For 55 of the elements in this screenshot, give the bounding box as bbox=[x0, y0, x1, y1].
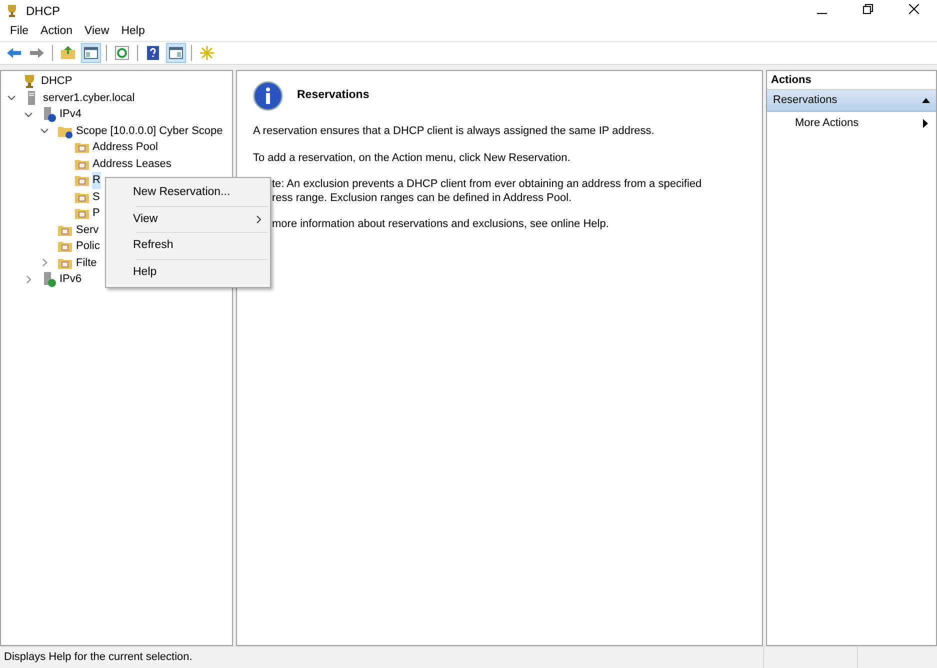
description-text: ress range. Exclusion ranges can be defined in Address Pool. bbox=[272, 192, 573, 205]
tree-item[interactable]: R bbox=[92, 172, 102, 188]
heading: Reservations bbox=[297, 88, 370, 104]
refresh-icon bbox=[114, 45, 130, 61]
menu-item[interactable]: Help bbox=[115, 22, 151, 40]
sparkle-icon bbox=[199, 45, 215, 61]
actions-section[interactable]: Reservations bbox=[767, 90, 936, 112]
folder-up-icon bbox=[60, 45, 76, 61]
description-text: A reservation ensures that a DHCP client is always assigned the same IP address. bbox=[253, 125, 656, 138]
menu-entry-label: Refresh bbox=[133, 238, 174, 254]
tree-item[interactable]: Address Leases bbox=[92, 156, 172, 172]
menu-entry[interactable]: Refresh bbox=[106, 233, 270, 258]
menu-entry[interactable]: Help bbox=[106, 260, 270, 285]
pane-icon bbox=[168, 45, 184, 61]
collapse-triangle-icon bbox=[922, 98, 930, 104]
restore-icon bbox=[863, 4, 873, 14]
menu-entry[interactable]: New Reservation... bbox=[106, 180, 270, 206]
menu-item[interactable]: File bbox=[4, 22, 35, 40]
section-label: Reservations bbox=[773, 93, 838, 108]
pane-icon bbox=[83, 45, 99, 61]
description-text: te: An exclusion prevents a DHCP client from ever obtaining an address from a specified bbox=[272, 178, 703, 192]
tree-item[interactable]: P bbox=[92, 205, 101, 222]
tree-item[interactable]: IPv4 bbox=[58, 106, 83, 122]
pane-button[interactable] bbox=[81, 43, 101, 63]
description-text: To add a reservation, on the Action menu, click New Reservation. bbox=[253, 152, 572, 165]
pane-button[interactable] bbox=[166, 43, 186, 63]
tree-item[interactable]: server1.cyber.local bbox=[42, 90, 136, 106]
tree-item[interactable]: IPv6 bbox=[58, 271, 83, 288]
tree-item[interactable]: Address Pool bbox=[92, 139, 159, 156]
tree-item[interactable]: Serv bbox=[75, 222, 100, 238]
action-label: More Actions bbox=[795, 116, 859, 131]
info-icon bbox=[253, 81, 283, 111]
tree-item[interactable]: DHCP bbox=[40, 73, 74, 90]
menu-item[interactable]: Action bbox=[34, 22, 78, 40]
menu-entry-label: View bbox=[133, 212, 158, 227]
menu-entry-label: Help bbox=[133, 264, 157, 280]
trophy-icon bbox=[5, 4, 19, 18]
refresh-button[interactable] bbox=[112, 43, 132, 63]
menu-entry-label: New Reservation... bbox=[133, 185, 230, 200]
forward-arrow-icon bbox=[29, 45, 45, 61]
tree-item[interactable]: Filte bbox=[75, 254, 98, 271]
close-icon bbox=[909, 4, 919, 14]
status-text: Displays Help for the current selection. bbox=[3, 650, 194, 666]
menu-item[interactable]: View bbox=[78, 22, 116, 40]
action-link[interactable]: More Actions bbox=[767, 112, 936, 134]
tree-item[interactable]: Scope [10.0.0.0] Cyber Scope bbox=[75, 122, 224, 139]
description-text: more information about reservations and exclusions, see online Help. bbox=[272, 218, 610, 232]
back-arrow-icon bbox=[6, 45, 22, 61]
submenu-chevron-icon bbox=[256, 214, 262, 224]
tree-item[interactable]: S bbox=[92, 188, 101, 205]
submenu-triangle-icon bbox=[923, 118, 928, 128]
tree-item[interactable]: Polic bbox=[75, 238, 101, 254]
window-title: DHCP bbox=[26, 3, 60, 20]
help-icon bbox=[145, 45, 161, 61]
menu-entry[interactable]: View bbox=[106, 206, 270, 232]
